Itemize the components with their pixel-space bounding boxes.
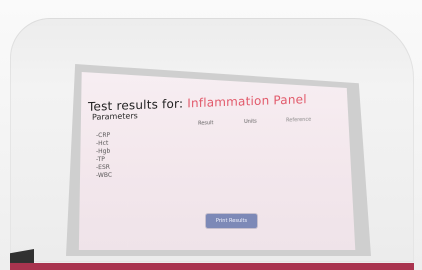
photo-scene: Test results for: Inflammation Panel Par… [0, 0, 422, 270]
param-name: -CRP [96, 131, 111, 140]
print-results-button[interactable]: Print Results [206, 214, 257, 228]
col-result: Result [198, 120, 214, 127]
bottom-accent-bar [10, 263, 414, 270]
results-table: Result Units Reference -CRP -Hct -Hgb -T… [92, 114, 342, 193]
col-units: Units [244, 118, 257, 126]
param-name: -Hgb [96, 147, 111, 156]
col-reference: Reference [286, 116, 312, 124]
param-name: -WBC [96, 171, 113, 180]
param-name: -Hct [96, 139, 109, 148]
param-name: -ESR [96, 163, 110, 172]
param-name: -TP [96, 155, 105, 164]
